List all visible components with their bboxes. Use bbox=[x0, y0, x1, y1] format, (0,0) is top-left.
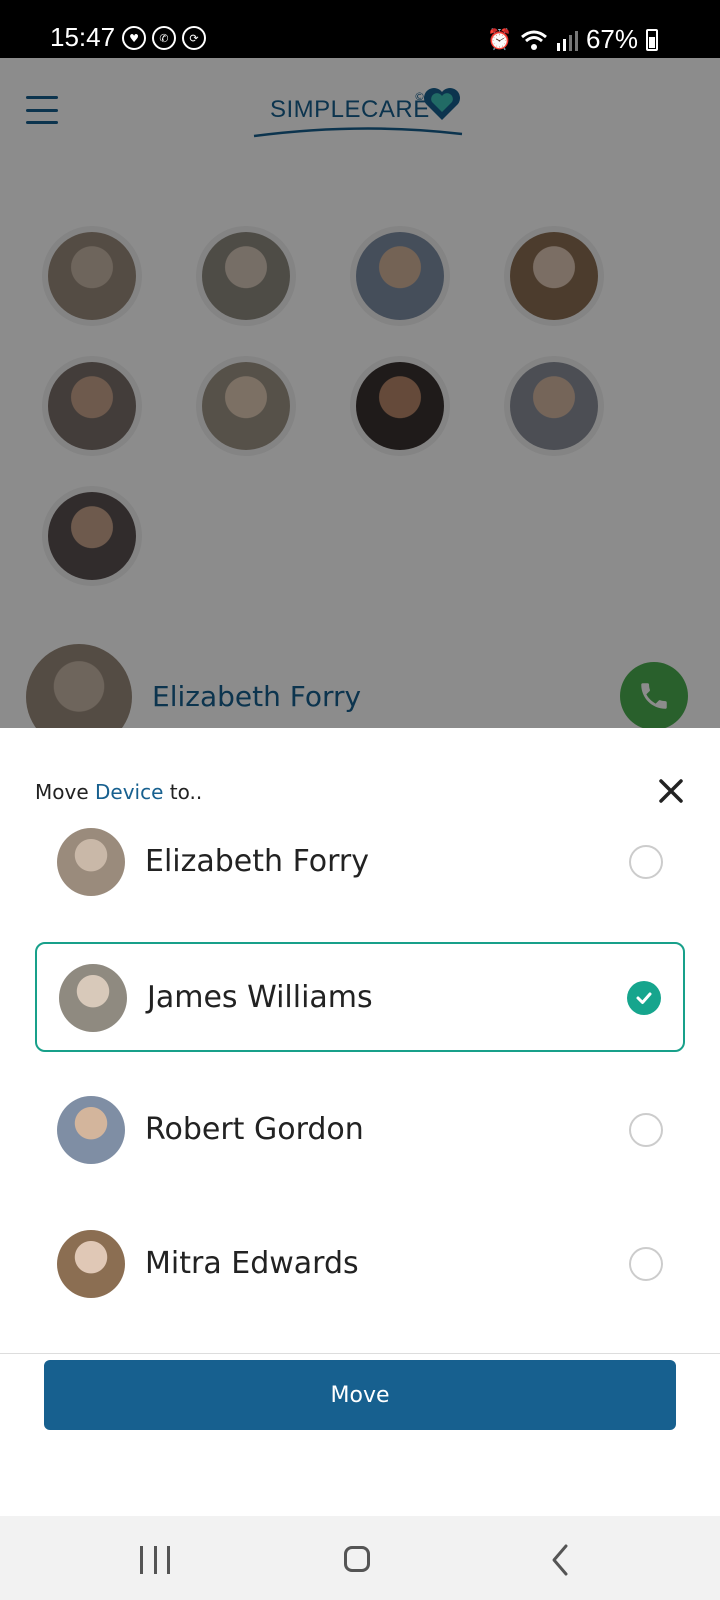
battery-icon bbox=[646, 28, 658, 51]
sheet-title: Move Device to.. bbox=[35, 780, 202, 804]
status-bar: 15:47 ♥ ✆ ⟳ ⏰ 67% bbox=[0, 0, 720, 58]
option-name: Elizabeth Forry bbox=[145, 844, 370, 879]
option-row-robert-gordon[interactable]: Robert Gordon bbox=[35, 1076, 685, 1186]
option-avatar bbox=[57, 1230, 125, 1298]
sheet-title-prefix: Move bbox=[35, 780, 95, 804]
option-row-james-williams[interactable]: James Williams bbox=[35, 942, 685, 1052]
option-avatar bbox=[57, 1096, 125, 1164]
whatsapp-notification-icon: ✆ bbox=[152, 26, 176, 50]
radio-unchecked[interactable] bbox=[629, 1113, 663, 1147]
status-time: 15:47 bbox=[50, 22, 116, 52]
notification-icons: ♥ ✆ ⟳ bbox=[122, 26, 206, 50]
system-navigation-bar bbox=[0, 1516, 720, 1600]
battery-percent: 67% bbox=[585, 24, 638, 54]
radio-checked[interactable] bbox=[627, 981, 661, 1015]
option-name: James Williams bbox=[147, 980, 373, 1015]
alarm-icon: ⏰ bbox=[487, 29, 512, 51]
signal-icon bbox=[556, 30, 578, 51]
recents-icon[interactable] bbox=[140, 1546, 170, 1574]
move-device-sheet: Move Device to.. Elizabeth Forry James W… bbox=[0, 728, 720, 1516]
wifi-icon bbox=[520, 30, 547, 50]
option-avatar bbox=[57, 828, 125, 896]
back-icon[interactable] bbox=[548, 1542, 572, 1578]
option-name: Mitra Edwards bbox=[145, 1246, 359, 1281]
home-icon[interactable] bbox=[344, 1546, 370, 1572]
check-icon bbox=[636, 992, 652, 1004]
sheet-divider bbox=[0, 1353, 720, 1354]
move-button[interactable]: Move bbox=[44, 1360, 676, 1430]
radio-unchecked[interactable] bbox=[629, 1247, 663, 1281]
option-row-mitra-edwards[interactable]: Mitra Edwards bbox=[35, 1210, 685, 1320]
sheet-title-device: Device bbox=[95, 780, 164, 804]
sync-notification-icon: ⟳ bbox=[182, 26, 206, 50]
radio-unchecked[interactable] bbox=[629, 845, 663, 879]
modal-backdrop[interactable] bbox=[0, 58, 720, 728]
system-icons: ⏰ 67% bbox=[487, 24, 658, 55]
sheet-title-suffix: to.. bbox=[163, 780, 203, 804]
option-name: Robert Gordon bbox=[145, 1112, 364, 1147]
option-row-elizabeth-forry[interactable]: Elizabeth Forry bbox=[35, 808, 685, 918]
close-icon[interactable] bbox=[656, 776, 686, 806]
simplecare-notification-icon: ♥ bbox=[122, 26, 146, 50]
option-avatar bbox=[59, 964, 127, 1032]
